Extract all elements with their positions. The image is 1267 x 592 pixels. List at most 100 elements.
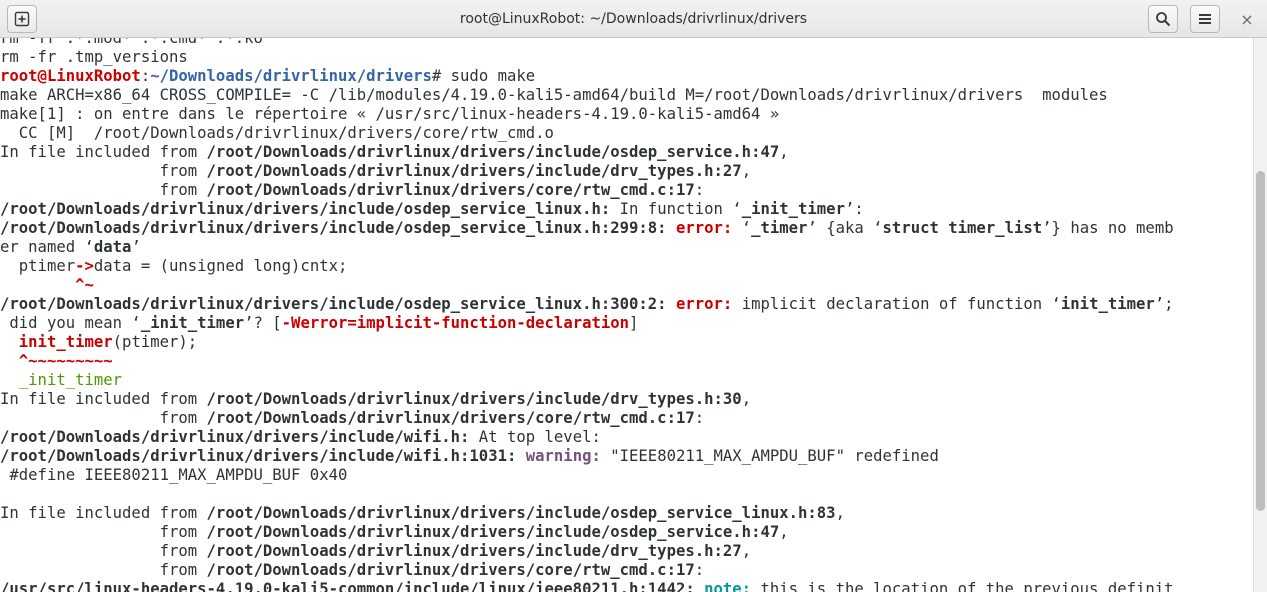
terminal-text: init_timer — [1060, 295, 1155, 313]
terminal-line: ^~ — [0, 276, 1253, 295]
scrollbar-thumb[interactable] — [1256, 171, 1265, 511]
terminal-line: In file included from /root/Downloads/dr… — [0, 390, 1253, 409]
terminal-text: /root/Downloads/drivrlinux/drivers/inclu… — [0, 447, 517, 465]
terminal-text: init_timer — [18, 333, 113, 351]
terminal-text: ’: — [844, 200, 864, 218]
terminal-line: from /root/Downloads/drivrlinux/drivers/… — [0, 542, 1253, 561]
terminal-text: /root/Downloads/drivrlinux/drivers/core/… — [206, 561, 695, 579]
hamburger-menu-icon — [1199, 14, 1211, 24]
terminal-line: In file included from /root/Downloads/dr… — [0, 504, 1253, 523]
terminal-text: make ARCH=x86_64 CROSS_COMPILE= -C /lib/… — [0, 86, 1108, 104]
vertical-scrollbar[interactable] — [1253, 38, 1267, 592]
terminal-text: , — [779, 143, 789, 161]
terminal-text: #define IEEE80211_MAX_AMPDU_BUF 0x40 — [0, 466, 348, 484]
terminal-line: from /root/Downloads/drivrlinux/drivers/… — [0, 523, 1253, 542]
terminal-line: from /root/Downloads/drivrlinux/drivers/… — [0, 162, 1253, 181]
terminal-line: make ARCH=x86_64 CROSS_COMPILE= -C /lib/… — [0, 86, 1253, 105]
terminal-text: /root/Downloads/drivrlinux/drivers/inclu… — [0, 200, 611, 218]
terminal-text: implicit declaration of function ‘ — [732, 295, 1061, 313]
terminal-text: /root/Downloads/drivrlinux/drivers/inclu… — [0, 295, 667, 313]
terminal-line: from /root/Downloads/drivrlinux/drivers/… — [0, 181, 1253, 200]
terminal-line: /usr/src/linux-headers-4.19.0-kali5-comm… — [0, 580, 1253, 592]
terminal-text: from — [0, 542, 207, 560]
terminal-text: , — [741, 162, 752, 180]
terminal-window: root@LinuxRobot: ~/Downloads/drivrlinux/… — [0, 0, 1267, 592]
terminal-text: _init_timer — [140, 314, 245, 332]
terminal-line: /root/Downloads/drivrlinux/drivers/inclu… — [0, 428, 1253, 447]
terminal-text: (ptimer); — [112, 333, 198, 351]
search-icon — [1156, 12, 1171, 27]
terminal-text: "IEEE80211_MAX_AMPDU_BUF" redefined — [600, 447, 939, 465]
terminal-text: -> — [75, 257, 94, 275]
terminal-text: /root/Downloads/drivrlinux/drivers/core/… — [206, 181, 695, 199]
terminal-text: ptimer — [0, 257, 76, 275]
terminal-text: /root/Downloads/drivrlinux/drivers/inclu… — [206, 143, 780, 161]
terminal-text: /root/Downloads/drivrlinux/drivers/inclu… — [206, 390, 742, 408]
terminal-text: /root/Downloads/drivrlinux/drivers/inclu… — [206, 523, 780, 541]
terminal-text: CC [M] /root/Downloads/drivrlinux/driver… — [0, 124, 554, 142]
terminal-line: init_timer(ptimer); — [0, 333, 1253, 352]
new-tab-icon — [14, 11, 30, 27]
terminal-text: /root/Downloads/drivrlinux/drivers/inclu… — [206, 162, 742, 180]
terminal-text: from — [0, 181, 207, 199]
terminal-lines: rm -fr .*.mod* .*.cmd* .*.ko rm -fr .tmp_… — [0, 38, 1253, 592]
terminal-text: -Werror=implicit-function-declaration — [281, 314, 630, 332]
terminal-text: struct timer_list — [882, 219, 1043, 237]
terminal-text: rm -fr .tmp_versions — [0, 48, 188, 66]
terminal-text: make[1] : on entre dans le répertoire « … — [0, 105, 780, 123]
terminal-text: In function ‘ — [610, 200, 742, 218]
terminal-line: ptimer->data = (unsigned long)cntx; — [0, 257, 1253, 276]
window-title: root@LinuxRobot: ~/Downloads/drivrlinux/… — [459, 11, 808, 27]
terminal-line: er named ‘data’ — [0, 238, 1253, 257]
terminal-text: ’? [ — [244, 314, 282, 332]
terminal-line: from /root/Downloads/drivrlinux/drivers/… — [0, 561, 1253, 580]
terminal-text: # sudo make — [431, 67, 536, 85]
terminal-line: from /root/Downloads/drivrlinux/drivers/… — [0, 409, 1253, 428]
terminal-text: ~/Downloads/drivrlinux/drivers — [150, 67, 432, 85]
menu-button[interactable] — [1190, 5, 1220, 33]
terminal-output[interactable]: rm -fr .*.mod* .*.cmd* .*.ko rm -fr .tmp_… — [0, 38, 1253, 592]
new-tab-button[interactable] — [7, 5, 37, 33]
terminal-text: ^~~~~~~~~~ — [18, 352, 113, 370]
terminal-text: rm -fr .*.mod* .*.cmd* .*.ko — [0, 38, 263, 47]
terminal-text: /root/Downloads/drivrlinux/drivers/core/… — [206, 409, 695, 427]
terminal-text: : — [694, 409, 705, 427]
terminal-text: , — [835, 504, 845, 522]
terminal-line: make[1] : on entre dans le répertoire « … — [0, 105, 1253, 124]
terminal-text: this is the location of the previous def… — [751, 580, 1174, 592]
terminal-line: rm -fr .tmp_versions — [0, 48, 1253, 67]
terminal-text: : — [694, 181, 705, 199]
terminal-text: /root/Downloads/drivrlinux/drivers/inclu… — [0, 219, 667, 237]
terminal-text: /usr/src/linux-headers-4.19.0-kali5-comm… — [0, 580, 695, 592]
terminal-text: er named ‘ — [0, 238, 94, 256]
close-button[interactable]: × — [1232, 5, 1262, 33]
terminal-text: _timer — [751, 219, 808, 237]
terminal-text: ‘ — [732, 219, 752, 237]
terminal-line: root@LinuxRobot:~/Downloads/drivrlinux/d… — [0, 67, 1253, 86]
terminal-line: /root/Downloads/drivrlinux/drivers/inclu… — [0, 219, 1253, 238]
terminal-text: data = (unsigned long)cntx; — [93, 257, 348, 275]
terminal-text: data — [93, 238, 132, 256]
terminal-line: _init_timer — [0, 371, 1253, 390]
terminal-text: from — [0, 409, 207, 427]
terminal-text: In file included from — [0, 390, 207, 408]
terminal-text: In file included from — [0, 143, 207, 161]
terminal-line: rm -fr .*.mod* .*.cmd* .*.ko — [0, 38, 1253, 48]
terminal-line: In file included from /root/Downloads/dr… — [0, 143, 1253, 162]
terminal-text: : — [140, 67, 151, 85]
terminal-line: /root/Downloads/drivrlinux/drivers/inclu… — [0, 447, 1253, 466]
terminal-text: , — [779, 523, 789, 541]
search-button[interactable] — [1148, 5, 1178, 33]
terminal-text: ’ {aka ‘ — [807, 219, 883, 237]
terminal-text: did you mean ‘ — [0, 314, 141, 332]
terminal-text: /root/Downloads/drivrlinux/drivers/inclu… — [206, 504, 836, 522]
terminal-line: /root/Downloads/drivrlinux/drivers/inclu… — [0, 200, 1253, 219]
terminal-text: root@LinuxRobot — [0, 67, 141, 85]
terminal-text: _init_timer — [0, 371, 123, 389]
